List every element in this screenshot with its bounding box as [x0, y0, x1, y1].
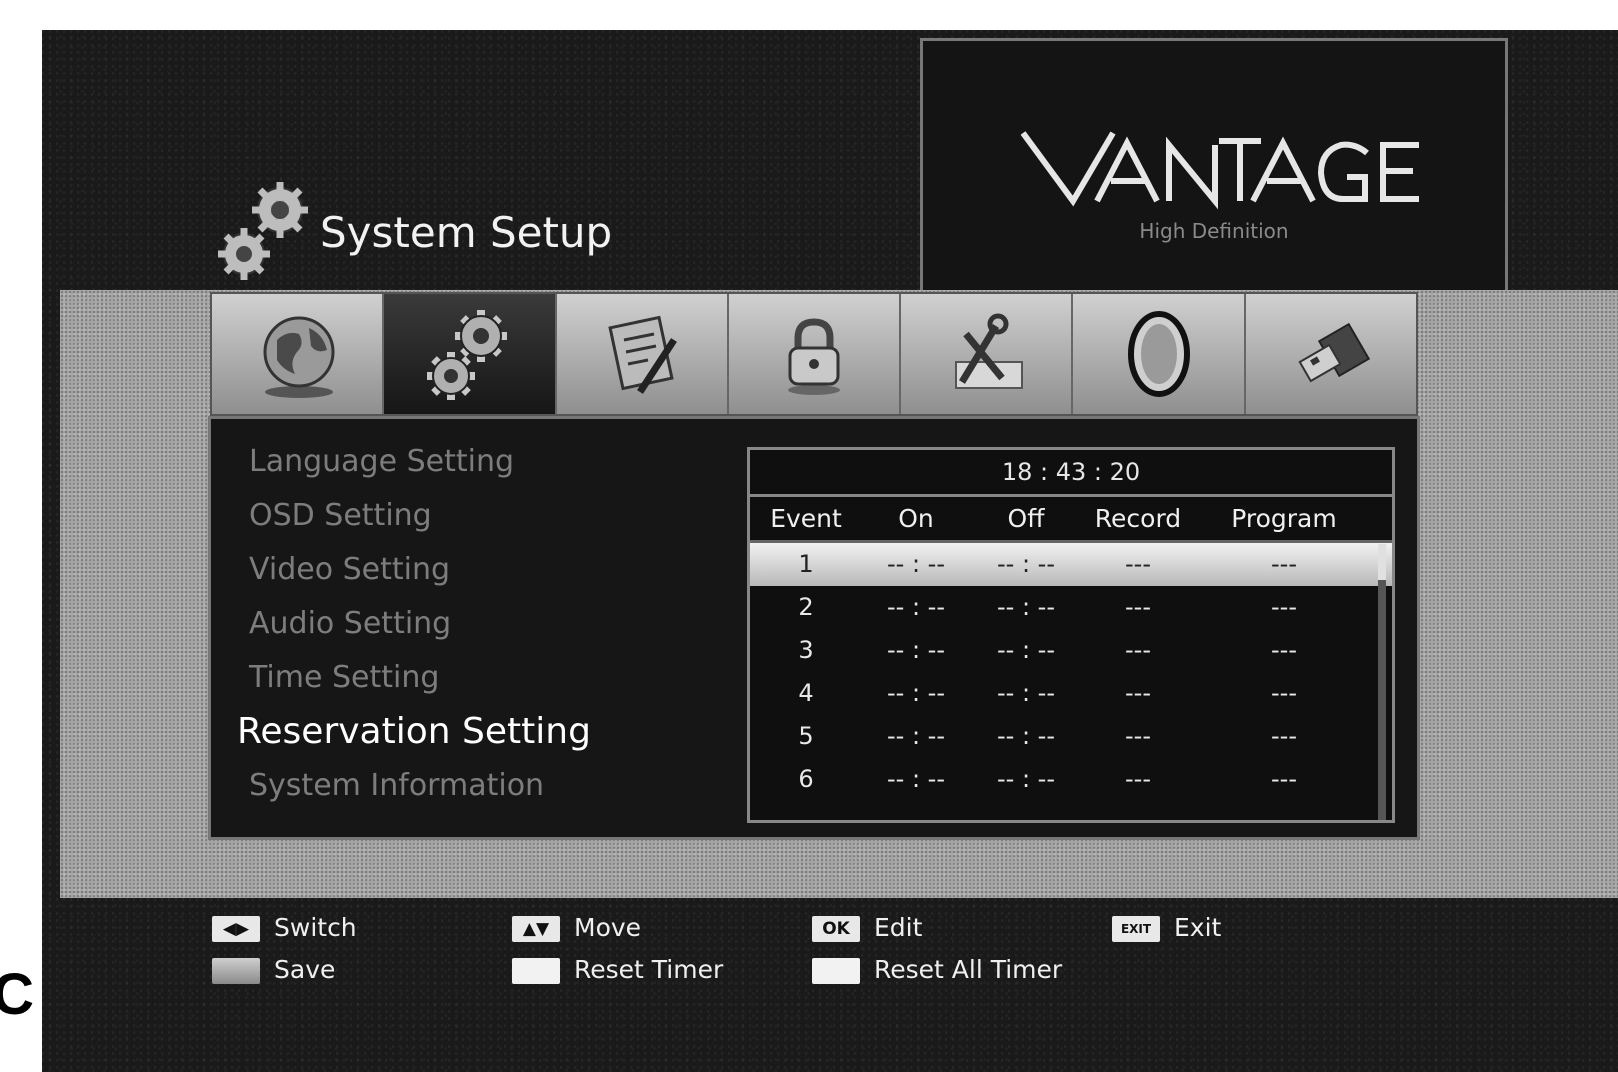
settings-menu: Language Setting OSD Setting Video Setti… — [231, 435, 711, 813]
table-header: Event On Off Record Program — [750, 497, 1392, 543]
scrollbar-thumb[interactable] — [1378, 544, 1386, 580]
menu-item-language-setting[interactable]: Language Setting — [231, 435, 711, 489]
on-time: -- : -- — [887, 765, 945, 793]
on-time: -- : -- — [887, 679, 945, 707]
white-key-icon — [512, 958, 560, 984]
table-row[interactable]: 2 -- : -- -- : -- --- --- — [750, 586, 1392, 629]
legend-exit-label: Exit — [1174, 913, 1222, 942]
tab-globe[interactable] — [212, 294, 385, 414]
page-title: System Setup — [320, 208, 613, 257]
event-number: 5 — [798, 722, 814, 750]
column-header-on: On — [898, 504, 934, 533]
event-number: 3 — [798, 636, 814, 664]
edit-document-icon — [608, 315, 677, 394]
table-row[interactable]: 4 -- : -- -- : -- --- --- — [750, 672, 1392, 715]
tab-usb[interactable] — [1245, 294, 1416, 414]
off-time: -- : -- — [997, 722, 1055, 750]
program-value: --- — [1271, 550, 1297, 578]
record-value: --- — [1125, 550, 1151, 578]
figure-label: C — [0, 965, 34, 1025]
gears-icon — [427, 310, 508, 400]
menu-item-time-setting[interactable]: Time Setting — [231, 651, 711, 705]
legend-reset-timer-label: Reset Timer — [574, 955, 724, 984]
tab-system-setup[interactable] — [384, 294, 557, 414]
record-value: --- — [1125, 679, 1151, 707]
legend-move-label: Move — [574, 913, 642, 942]
globe-icon — [263, 316, 335, 398]
current-time: 18 : 43 : 20 — [750, 450, 1392, 497]
table-row[interactable]: 1 -- : -- -- : -- --- --- — [750, 543, 1392, 586]
off-time: -- : -- — [997, 679, 1055, 707]
record-value: --- — [1125, 593, 1151, 621]
program-value: --- — [1271, 593, 1297, 621]
button-legend: ◀▶ Switch ▲▼ Move OK Edit EXIT Exit Save… — [212, 908, 1412, 1018]
column-header-program: Program — [1231, 504, 1337, 533]
menu-item-osd-setting[interactable]: OSD Setting — [231, 489, 711, 543]
table-scrollbar[interactable] — [1378, 544, 1386, 820]
usb-icon — [1298, 322, 1370, 383]
legend-save-label: Save — [274, 955, 336, 984]
vantage-logo-icon — [1020, 131, 1419, 210]
program-value: --- — [1271, 636, 1297, 664]
on-time: -- : -- — [887, 550, 945, 578]
category-tab-bar — [210, 292, 1418, 416]
record-value: --- — [1125, 636, 1151, 664]
padlock-icon — [787, 318, 840, 395]
reservation-timer-table: 18 : 43 : 20 Event On Off Record Program… — [747, 447, 1395, 823]
table-row[interactable]: 6 -- : -- -- : -- --- --- — [750, 758, 1392, 801]
on-time: -- : -- — [887, 722, 945, 750]
tv-screen: System Setup High Definition Language Se… — [42, 30, 1618, 1072]
legend-reset-all-timer-label: Reset All Timer — [874, 955, 1063, 984]
logo-subtitle: High Definition — [1139, 219, 1289, 243]
column-header-record: Record — [1094, 504, 1182, 533]
tab-ring[interactable] — [1073, 294, 1246, 414]
event-number: 6 — [798, 765, 814, 793]
event-number: 2 — [798, 593, 814, 621]
off-time: -- : -- — [997, 593, 1055, 621]
menu-item-audio-setting[interactable]: Audio Setting — [231, 597, 711, 651]
white-key-icon — [812, 958, 860, 984]
program-value: --- — [1271, 679, 1297, 707]
program-value: --- — [1271, 765, 1297, 793]
gray-key-icon — [212, 958, 260, 984]
on-time: -- : -- — [887, 636, 945, 664]
circle-ring-icon — [1127, 311, 1190, 397]
left-right-key-icon: ◀▶ — [212, 916, 260, 942]
menu-item-reservation-setting[interactable]: Reservation Setting — [231, 705, 711, 759]
program-value: --- — [1271, 722, 1297, 750]
column-header-event: Event — [770, 504, 842, 533]
up-down-key-icon: ▲▼ — [512, 916, 560, 942]
menu-item-system-information[interactable]: System Information — [231, 759, 711, 813]
tools-icon — [955, 313, 1024, 389]
tab-edit[interactable] — [556, 294, 729, 414]
record-value: --- — [1125, 722, 1151, 750]
legend-switch-label: Switch — [274, 913, 357, 942]
exit-key-icon: EXIT — [1112, 916, 1160, 942]
record-value: --- — [1125, 765, 1151, 793]
tab-tools[interactable] — [901, 294, 1074, 414]
column-header-off: Off — [1007, 504, 1045, 533]
off-time: -- : -- — [997, 550, 1055, 578]
event-number: 1 — [798, 550, 814, 578]
table-row[interactable]: 5 -- : -- -- : -- --- --- — [750, 715, 1392, 758]
tab-lock[interactable] — [728, 294, 902, 414]
legend-edit-label: Edit — [874, 913, 923, 942]
menu-item-video-setting[interactable]: Video Setting — [231, 543, 711, 597]
gears-icon — [218, 182, 308, 280]
table-row[interactable]: 3 -- : -- -- : -- --- --- — [750, 629, 1392, 672]
off-time: -- : -- — [997, 765, 1055, 793]
ok-key-icon: OK — [812, 916, 860, 942]
off-time: -- : -- — [997, 636, 1055, 664]
event-number: 4 — [798, 679, 814, 707]
settings-content: Language Setting OSD Setting Video Setti… — [208, 416, 1420, 840]
on-time: -- : -- — [887, 593, 945, 621]
brand-logo: High Definition — [920, 38, 1508, 296]
